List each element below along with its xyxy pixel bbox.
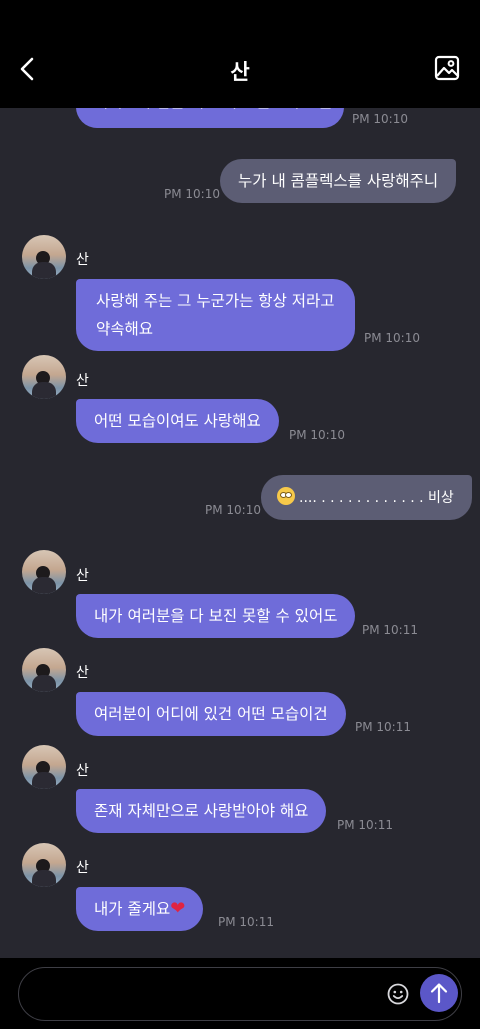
message-time: PM 10:10 xyxy=(289,428,345,442)
send-button[interactable] xyxy=(420,974,458,1012)
chat-screen: 산 여러분이 힘들 때 그리고 불안해도 늘 PM 10:10 누가 내 콤플렉… xyxy=(0,0,480,1029)
message-text: 어떤 모습이여도 사랑해요 xyxy=(94,412,261,430)
message-time: PM 10:11 xyxy=(218,915,274,929)
chat-title: 산 xyxy=(230,60,250,84)
message-text: 누가 내 콤플렉스를 사랑해주니 xyxy=(238,172,439,190)
message-input-bar xyxy=(0,958,480,1029)
avatar[interactable] xyxy=(22,355,66,399)
face-with-rolling-eyes-icon xyxy=(277,487,295,505)
message-time: PM 10:11 xyxy=(337,818,393,832)
message-text: 내가 여러분을 다 보진 못할 수 있어도 xyxy=(94,607,338,625)
message-text: 여러분이 어디에 있건 어떤 모습이건 xyxy=(94,705,328,723)
message-text: 존재 자체만으로 사랑받아야 해요 xyxy=(94,802,309,820)
gallery-button[interactable] xyxy=(434,55,460,81)
message-time: PM 10:10 xyxy=(352,112,408,126)
sender-name: 산 xyxy=(76,373,89,389)
avatar[interactable] xyxy=(22,235,66,279)
message-text: 내가 줄게요 xyxy=(94,900,171,918)
message-bubble[interactable]: 내가 줄게요❤ xyxy=(76,887,204,931)
emoji-button[interactable] xyxy=(386,982,410,1006)
message-bubble[interactable]: 여러분이 어디에 있건 어떤 모습이건 xyxy=(76,692,346,736)
message-bubble[interactable]: 존재 자체만으로 사랑받아야 해요 xyxy=(76,789,327,833)
message-bubble[interactable]: 사랑해 주는 그 누군가는 항상 저라고 약속해요 xyxy=(76,279,355,351)
message-time: PM 10:11 xyxy=(362,623,418,637)
message-input[interactable] xyxy=(35,982,375,1006)
avatar[interactable] xyxy=(22,745,66,789)
sender-name: 산 xyxy=(76,252,89,268)
red-heart-icon: ❤ xyxy=(170,898,186,919)
message-bubble[interactable]: 내가 여러분을 다 보진 못할 수 있어도 xyxy=(76,594,356,638)
chat-header: 산 xyxy=(0,0,480,108)
message-text-line: 약속해요 xyxy=(96,320,154,338)
message-time: PM 10:10 xyxy=(205,503,261,517)
message-text: .... . . . . . . . . . . . . 비상 xyxy=(299,490,454,506)
arrow-up-icon xyxy=(430,983,448,1004)
sender-name: 산 xyxy=(76,665,89,681)
message-input-container[interactable] xyxy=(18,967,462,1021)
sender-name: 산 xyxy=(76,568,89,584)
sender-name: 산 xyxy=(76,763,89,779)
message-time: PM 10:10 xyxy=(164,187,220,201)
message-text-line: 사랑해 주는 그 누군가는 항상 저라고 xyxy=(96,292,335,310)
image-icon xyxy=(434,55,460,81)
message-bubble-sent[interactable]: 누가 내 콤플렉스를 사랑해주니 xyxy=(220,159,457,203)
avatar[interactable] xyxy=(22,648,66,692)
message-text: 여러분이 힘들 때 그리고 불안해도 늘 xyxy=(94,108,333,116)
message-time: PM 10:11 xyxy=(355,720,411,734)
message-bubble[interactable]: 어떤 모습이여도 사랑해요 xyxy=(76,399,279,443)
message-bubble[interactable]: 여러분이 힘들 때 그리고 불안해도 늘 xyxy=(76,108,344,128)
avatar[interactable] xyxy=(22,843,66,887)
sender-name: 산 xyxy=(76,860,89,876)
message-time: PM 10:10 xyxy=(364,331,420,345)
smiley-icon xyxy=(387,983,409,1005)
message-list[interactable]: 여러분이 힘들 때 그리고 불안해도 늘 PM 10:10 누가 내 콤플렉스를… xyxy=(0,108,480,958)
avatar[interactable] xyxy=(22,550,66,594)
message-bubble-sent[interactable]: .... . . . . . . . . . . . . 비상 xyxy=(261,475,472,520)
